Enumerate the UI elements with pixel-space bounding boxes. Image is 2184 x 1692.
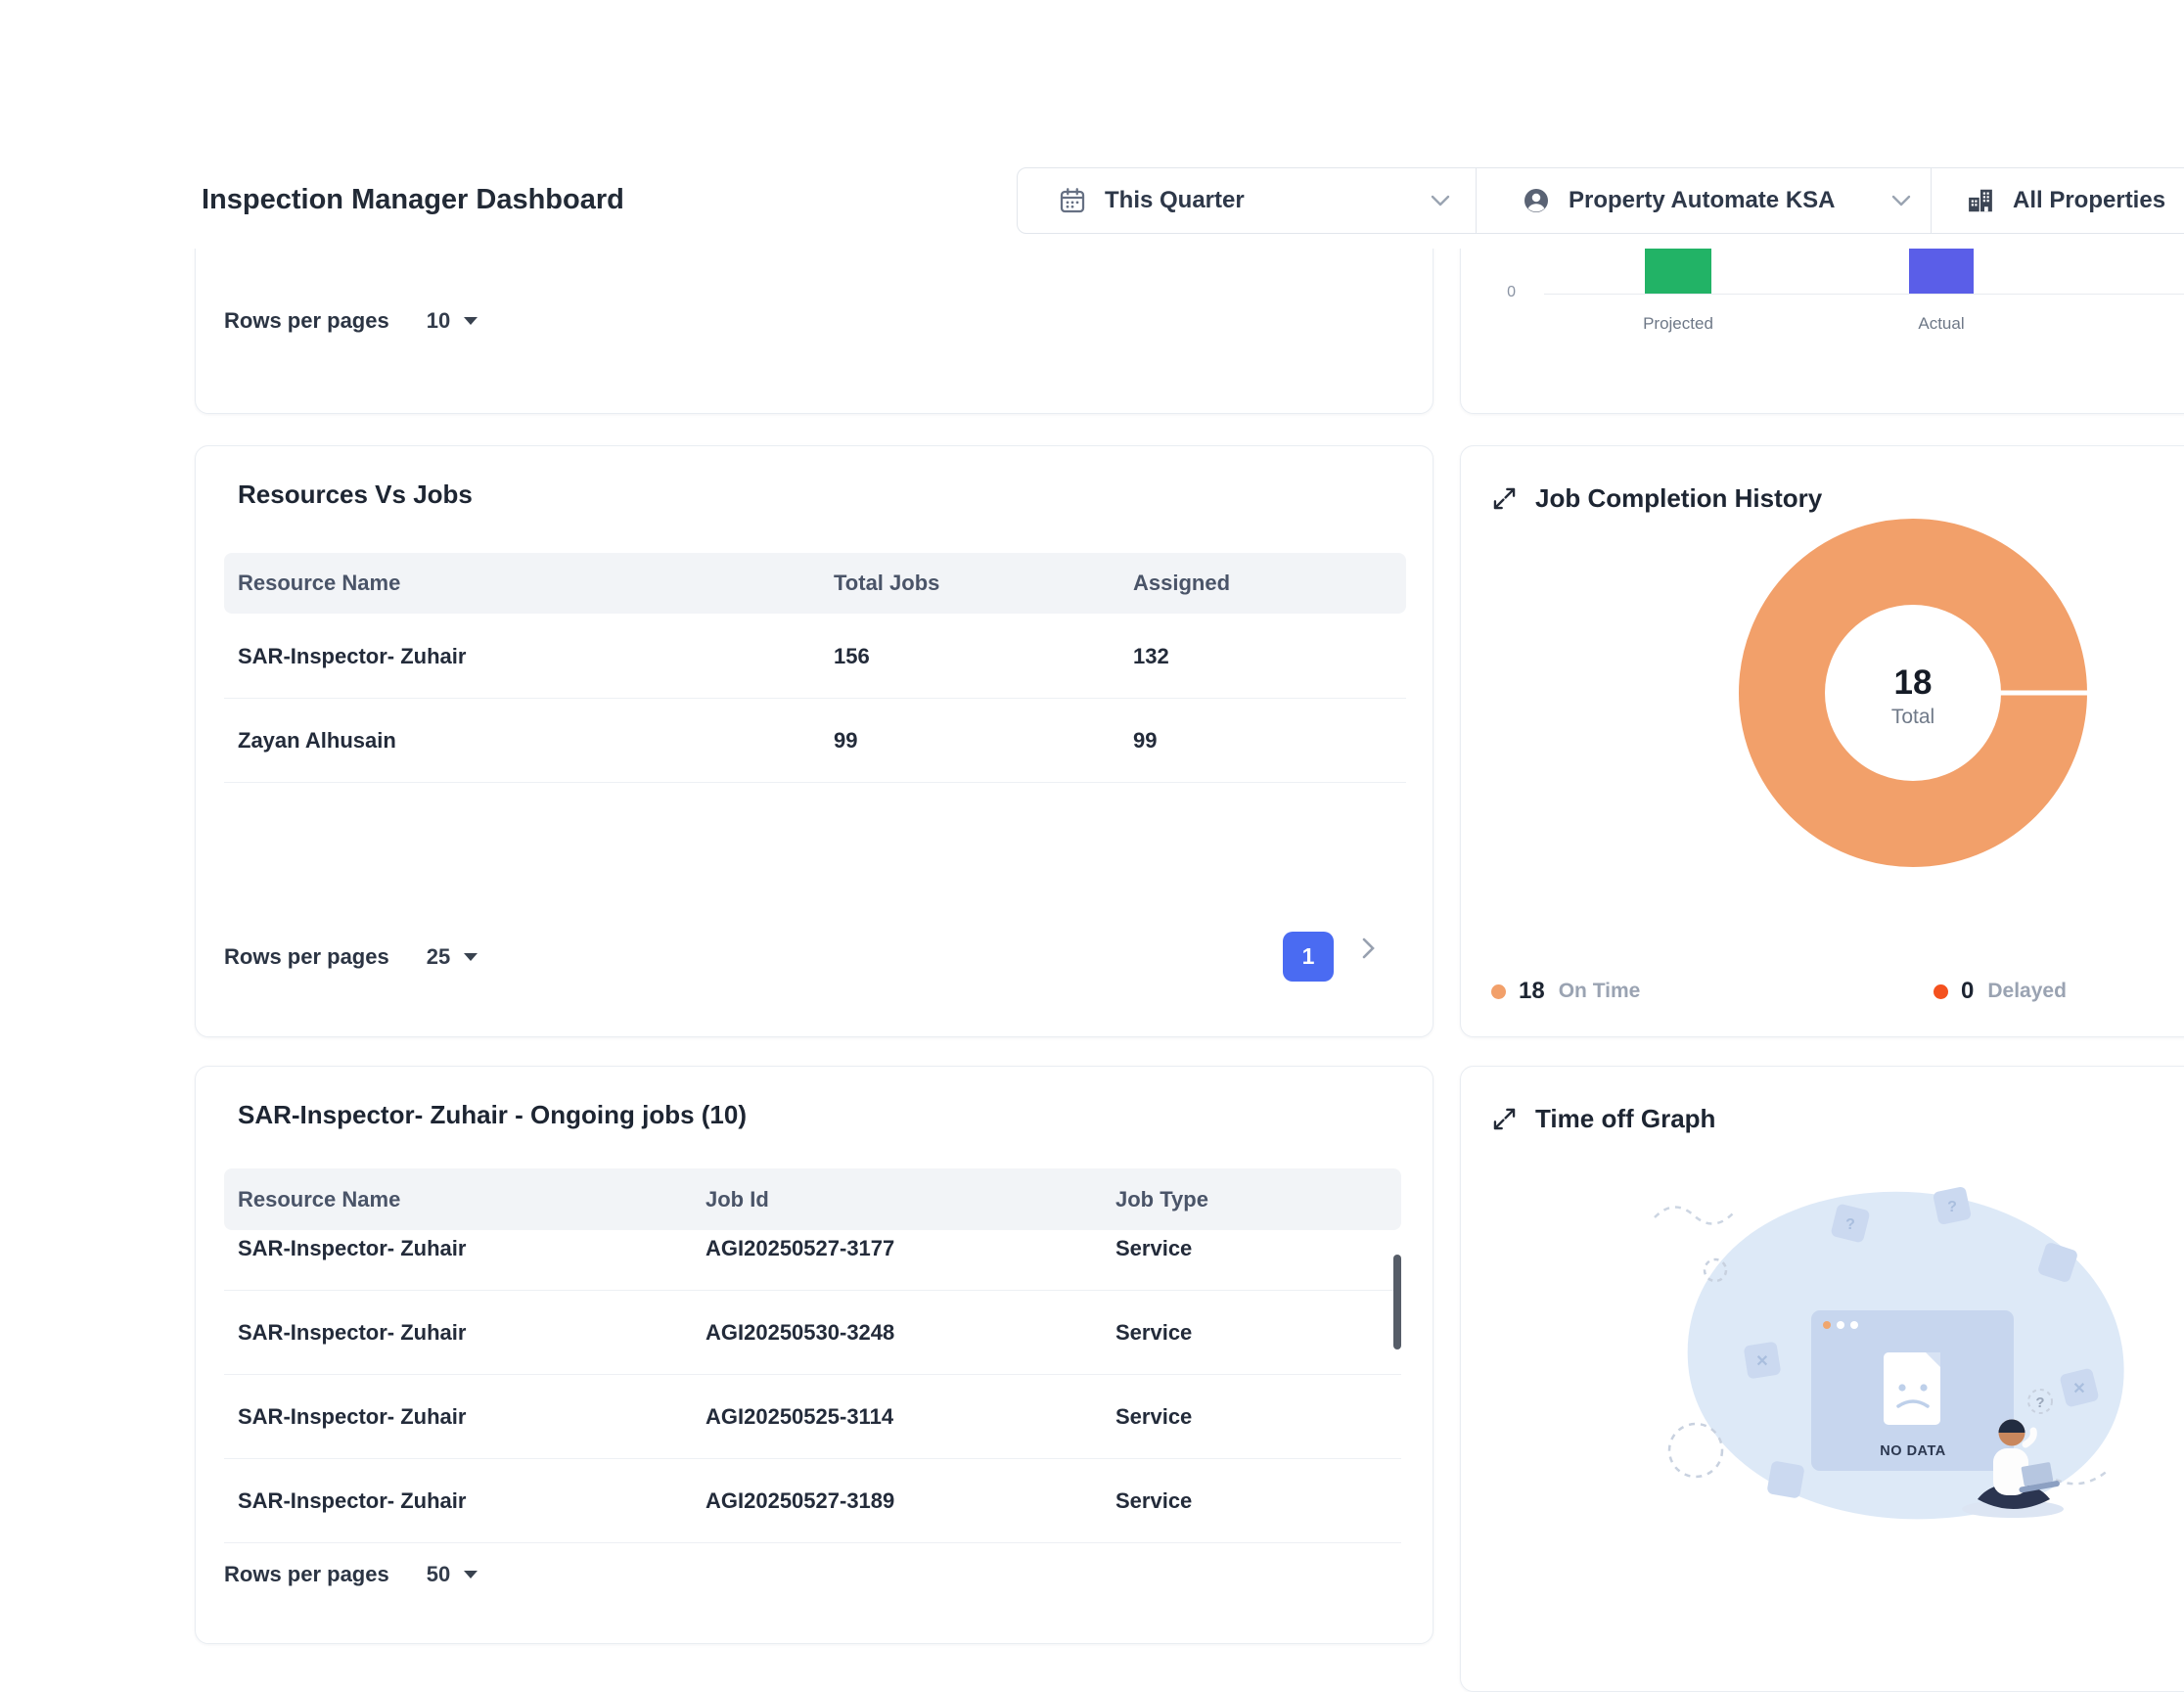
cell-resource-name: SAR-Inspector- Zuhair <box>238 1404 466 1430</box>
rows-per-page-value: 10 <box>427 308 450 334</box>
svg-text:?: ? <box>1947 1199 1957 1215</box>
user-icon <box>1522 186 1551 215</box>
column-header-resource-name: Resource Name <box>238 571 400 596</box>
expand-button[interactable] <box>1491 1106 1518 1132</box>
expand-icon <box>1491 1106 1518 1132</box>
expand-button[interactable] <box>1491 485 1518 512</box>
cell-job-type: Service <box>1115 1320 1192 1346</box>
cell-resource-name: Zayan Alhusain <box>238 728 396 754</box>
caret-down-icon <box>464 1571 478 1578</box>
page-title: Inspection Manager Dashboard <box>202 184 624 216</box>
rows-per-page-value: 50 <box>427 1562 450 1587</box>
period-filter-label: This Quarter <box>1105 187 1431 214</box>
x-axis-line <box>1544 294 2184 295</box>
table-row: SAR-Inspector- Zuhair AGI20250527-3189 S… <box>224 1459 1401 1543</box>
card-title: Resources Vs Jobs <box>238 480 473 510</box>
header-filters: This Quarter Property Automate KSA <box>1017 167 2184 234</box>
page-1-button[interactable]: 1 <box>1283 932 1334 982</box>
calendar-icon <box>1058 186 1087 215</box>
cell-assigned: 99 <box>1133 728 1157 754</box>
donut-total-label: Total <box>1835 706 1991 729</box>
rows-per-page-select[interactable]: 50 <box>427 1562 478 1587</box>
cell-resource-name: SAR-Inspector- Zuhair <box>238 644 466 669</box>
cell-resource-name: SAR-Inspector- Zuhair <box>238 1488 466 1514</box>
rows-per-page-value: 25 <box>427 944 450 970</box>
job-completion-card: Job Completion History 18 Total 18 On Ti… <box>1460 445 2184 1037</box>
ongoing-jobs-card: SAR-Inspector- Zuhair - Ongoing jobs (10… <box>195 1066 1433 1644</box>
svg-text:✕: ✕ <box>1755 1353 1768 1370</box>
cell-job-type: Service <box>1115 1236 1192 1261</box>
column-header-resource-name: Resource Name <box>238 1187 400 1212</box>
rows-per-page-label: Rows per pages <box>224 1562 389 1587</box>
chevron-down-icon <box>1431 195 1450 206</box>
card-title: Time off Graph <box>1535 1104 1715 1134</box>
table-row: SAR-Inspector- Zuhair 156 132 <box>224 615 1406 699</box>
cell-total-jobs: 99 <box>834 728 857 754</box>
chevron-right-icon <box>1362 937 1375 959</box>
table-scrollbar-thumb[interactable] <box>1393 1255 1401 1349</box>
account-filter-select[interactable]: Property Automate KSA <box>1476 167 1932 234</box>
table-row: SAR-Inspector- Zuhair AGI20250525-3114 S… <box>224 1375 1401 1459</box>
rows-per-page-control: Rows per pages 10 <box>224 299 478 343</box>
legend-delayed: 0 Delayed <box>1934 975 2067 1008</box>
legend-label: On Time <box>1559 980 1641 1003</box>
table-header-row: Resource Name Job Id Job Type <box>224 1168 1401 1230</box>
donut-total-value: 18 <box>1835 663 1991 703</box>
y-axis-tick: 0 <box>1486 284 1516 301</box>
rows-per-page-select[interactable]: 25 <box>427 944 478 970</box>
rows-per-page-control: Rows per pages 50 <box>224 1553 478 1596</box>
column-header-job-type: Job Type <box>1115 1187 1208 1212</box>
no-data-illustration: ? ? ✕ ✕ NO DATA ? <box>1598 1155 2146 1566</box>
legend-value: 0 <box>1961 978 1974 1005</box>
rows-per-page-label: Rows per pages <box>224 944 389 970</box>
donut-center: 18 Total <box>1835 663 1991 729</box>
cell-job-type: Service <box>1115 1404 1192 1430</box>
bar-label-projected: Projected <box>1610 314 1747 334</box>
account-filter-label: Property Automate KSA <box>1569 187 1891 214</box>
cell-job-id: AGI20250527-3189 <box>705 1488 894 1514</box>
time-off-card: Time off Graph ? ? ✕ ✕ NO DATA <box>1460 1066 2184 1692</box>
card-title: SAR-Inspector- Zuhair - Ongoing jobs (10… <box>238 1100 747 1130</box>
resources-vs-jobs-card: Resources Vs Jobs SAR-Inspector- Zuhair … <box>195 445 1433 1037</box>
legend-dot-delayed <box>1934 984 1948 999</box>
column-header-assigned: Assigned <box>1133 571 1230 596</box>
period-filter-select[interactable]: This Quarter <box>1017 167 1477 234</box>
expand-icon <box>1491 485 1518 512</box>
building-icon <box>1966 186 1995 215</box>
rows-per-page-control: Rows per pages 25 <box>224 936 478 979</box>
legend-value: 18 <box>1519 978 1545 1005</box>
column-header-job-id: Job Id <box>705 1187 769 1212</box>
next-page-button[interactable] <box>1362 937 1375 959</box>
property-filter-label: All Properties <box>2013 187 2184 214</box>
legend-on-time: 18 On Time <box>1491 975 1640 1008</box>
no-data-text: NO DATA <box>1880 1443 1945 1459</box>
caret-down-icon <box>464 317 478 325</box>
cell-job-id: AGI20250527-3177 <box>705 1236 894 1261</box>
svg-text:?: ? <box>1845 1216 1855 1233</box>
cell-resource-name: SAR-Inspector- Zuhair <box>238 1236 466 1261</box>
cell-job-type: Service <box>1115 1488 1192 1514</box>
caret-down-icon <box>464 953 478 961</box>
bar-label-actual: Actual <box>1873 314 2010 334</box>
top-header: Inspection Manager Dashboard This Quarte… <box>0 0 2184 249</box>
table-row: SAR-Inspector- Zuhair AGI20250530-3248 S… <box>224 1291 1401 1375</box>
table-header-row: Resource Name Total Jobs Assigned <box>224 553 1406 614</box>
svg-text:?: ? <box>2035 1395 2044 1411</box>
cell-total-jobs: 156 <box>834 644 870 669</box>
rows-per-page-select[interactable]: 10 <box>427 308 478 334</box>
chevron-down-icon <box>1891 195 1911 206</box>
cell-resource-name: SAR-Inspector- Zuhair <box>238 1320 466 1346</box>
legend-dot-on-time <box>1491 984 1506 999</box>
cell-job-id: AGI20250530-3248 <box>705 1320 894 1346</box>
property-filter-select[interactable]: All Properties <box>1931 167 2184 234</box>
column-header-total-jobs: Total Jobs <box>834 571 939 596</box>
legend-label: Delayed <box>1987 980 2067 1003</box>
table-row: Zayan Alhusain 99 99 <box>224 699 1406 783</box>
rows-per-page-label: Rows per pages <box>224 308 389 334</box>
cell-assigned: 132 <box>1133 644 1169 669</box>
svg-text:✕: ✕ <box>2072 1381 2085 1397</box>
cell-job-id: AGI20250525-3114 <box>705 1404 893 1430</box>
